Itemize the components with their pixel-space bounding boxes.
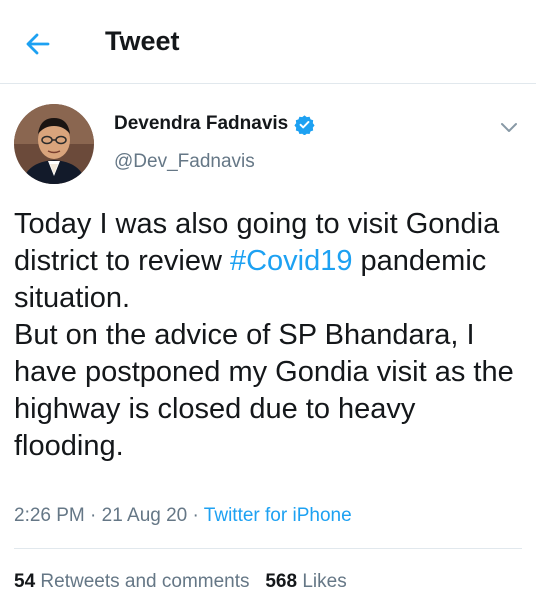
hashtag-link[interactable]: #Covid19 [230,245,353,277]
tweet-stats: 54 Retweets and comments 568 Likes [14,571,347,593]
verified-badge-icon [294,114,315,135]
likes-label: Likes [302,571,347,592]
avatar[interactable] [14,104,94,184]
meta-separator: · [90,505,97,526]
tweet-source-link[interactable]: Twitter for iPhone [204,505,352,526]
tweet-date: 21 Aug 20 [101,505,188,526]
tweet-time: 2:26 PM [14,505,85,526]
likes-stat[interactable]: 568 Likes [265,571,346,592]
retweets-stat[interactable]: 54 Retweets and comments [14,571,250,592]
tweet-text: Today I was also going to visit Gondia d… [14,206,529,465]
chevron-down-icon[interactable] [498,116,520,138]
header-bar: Tweet [0,0,536,84]
author-name-row[interactable]: Devendra Fadnavis [114,113,315,135]
author-handle[interactable]: @Dev_Fadnavis [114,151,255,173]
meta-separator: · [192,505,199,526]
divider [14,548,522,549]
likes-count: 568 [265,571,298,592]
tweet-text-part: But on the advice of SP Bhandara, I have… [14,319,514,462]
retweets-label: Retweets and comments [40,571,250,592]
retweets-count: 54 [14,571,36,592]
author-display-name: Devendra Fadnavis [114,113,289,134]
page-title: Tweet [105,26,180,56]
tweet-meta: 2:26 PM · 21 Aug 20 · Twitter for iPhone [14,505,352,527]
arrow-left-icon[interactable] [22,28,54,60]
